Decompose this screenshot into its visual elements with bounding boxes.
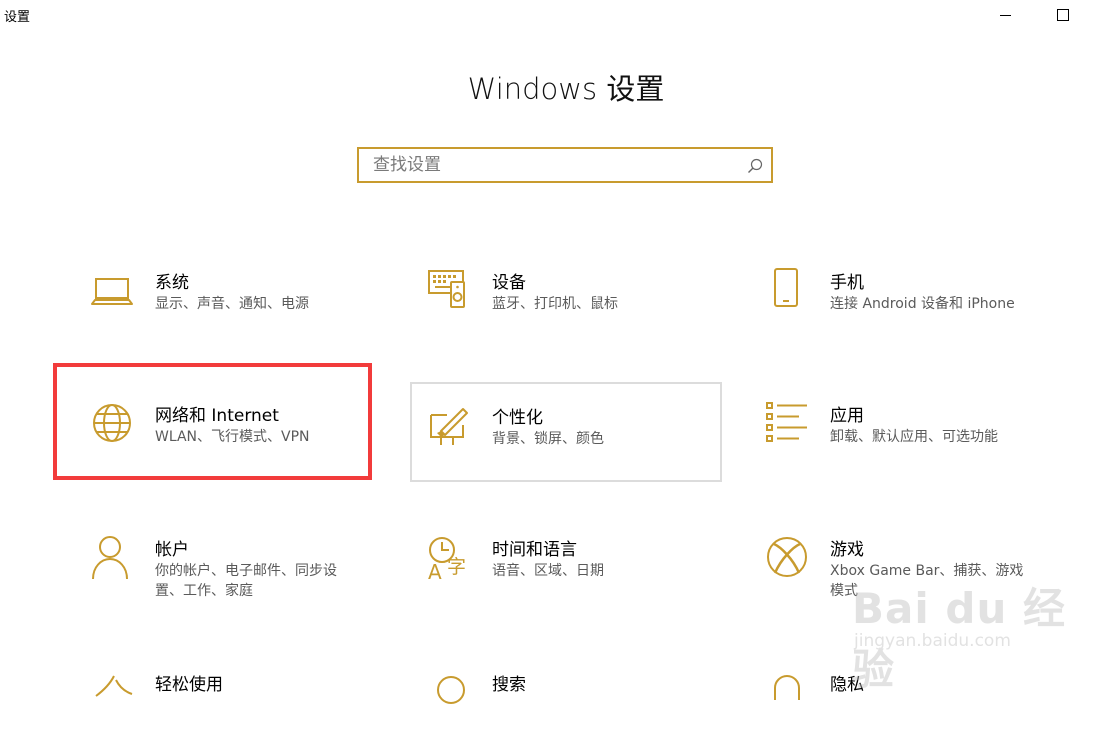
globe-icon (93, 404, 131, 442)
maximize-icon (1057, 9, 1069, 21)
tile-title: 手机 (830, 273, 864, 293)
tile-title: 时间和语言 (492, 540, 577, 560)
maximize-button[interactable] (1040, 0, 1086, 30)
tile-subtitle: 蓝牙、打印机、鼠标 (492, 296, 618, 312)
personalization-icon (430, 408, 468, 445)
tile-network-internet[interactable]: 网络和 Internet WLAN、飞行模式、VPN (55, 381, 367, 481)
xbox-icon (767, 537, 807, 577)
tile-ease-of-access[interactable]: 轻松使用 (55, 650, 367, 750)
tile-title: 网络和 Internet (155, 406, 279, 426)
minimize-icon (999, 14, 1011, 16)
tile-title: 搜索 (492, 675, 526, 695)
tile-title: 帐户 (155, 540, 189, 560)
phone-icon (774, 268, 798, 307)
tile-subtitle: 语音、区域、日期 (492, 563, 604, 579)
tile-title: 游戏 (830, 540, 864, 560)
tile-devices[interactable]: 设备 蓝牙、打印机、鼠标 (392, 248, 704, 348)
apps-list-icon (766, 402, 807, 442)
privacy-icon (774, 675, 800, 700)
tile-phone[interactable]: 手机 连接 Android 设备和 iPhone (730, 248, 1042, 348)
tile-title: 轻松使用 (155, 675, 223, 695)
tile-subtitle: 显示、声音、通知、电源 (155, 296, 309, 312)
minimize-button[interactable] (982, 0, 1028, 30)
tile-title: 系统 (155, 273, 189, 293)
baidu-watermark: Bai du 经验 jingyan.baidu.com (852, 575, 1092, 694)
tile-subtitle: 背景、锁屏、颜色 (492, 431, 604, 447)
tile-subtitle: 你的帐户、电子邮件、同步设置、工作、家庭 (155, 563, 337, 599)
search-category-icon (437, 676, 465, 704)
tile-title: 个性化 (492, 408, 543, 428)
app-title: 设置 (4, 10, 31, 25)
person-icon (92, 536, 128, 580)
devices-icon (428, 270, 465, 308)
tile-system[interactable]: 系统 显示、声音、通知、电源 (55, 248, 367, 348)
search-icon[interactable] (747, 158, 763, 174)
tile-apps[interactable]: 应用 卸载、默认应用、可选功能 (730, 381, 1042, 481)
page-title: Windows 设置 (467, 72, 665, 106)
title-bar: 设置 (0, 0, 1110, 32)
tile-search[interactable]: 搜索 (392, 650, 704, 750)
time-language-icon: A 字 (428, 537, 466, 583)
tile-subtitle: WLAN、飞行模式、VPN (155, 429, 310, 445)
search-box[interactable] (357, 147, 773, 183)
tile-title: 应用 (830, 406, 864, 426)
tile-subtitle: 连接 Android 设备和 iPhone (830, 296, 1015, 312)
search-input[interactable] (373, 152, 733, 178)
tile-subtitle: 卸载、默认应用、可选功能 (830, 429, 998, 445)
tile-time-language[interactable]: A 字 时间和语言 语音、区域、日期 (392, 515, 704, 615)
watermark-url: jingyan.baidu.com (854, 631, 1011, 651)
tile-accounts[interactable]: 帐户 你的帐户、电子邮件、同步设置、工作、家庭 (55, 515, 367, 615)
laptop-icon (91, 278, 133, 305)
tile-title: 设备 (492, 273, 526, 293)
svg-text:A: A (428, 560, 442, 583)
tile-personalization[interactable]: 个性化 背景、锁屏、颜色 (410, 382, 722, 482)
ease-of-access-icon (95, 675, 133, 697)
svg-text:字: 字 (447, 556, 466, 578)
